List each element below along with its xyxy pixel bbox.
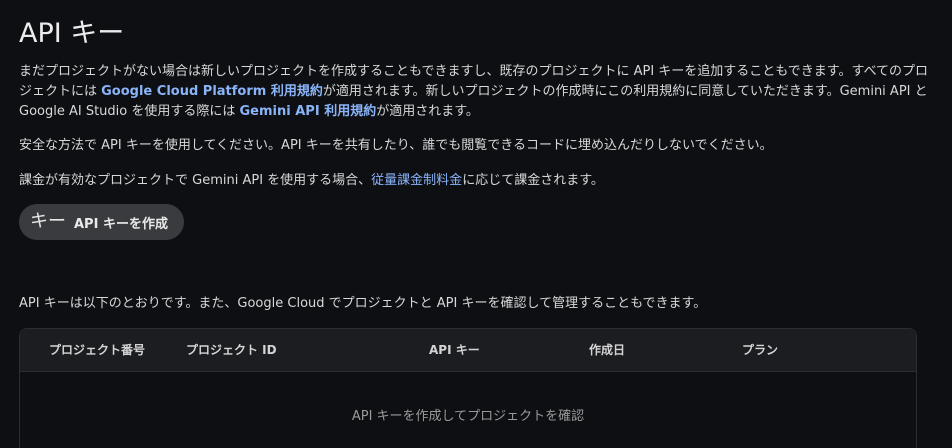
create-api-key-button[interactable]: キー API キーを作成 <box>19 204 184 240</box>
billing-note: 課金が有効なプロジェクトで Gemini API を使用する場合、従量課金制料金… <box>19 171 934 191</box>
table-header: プロジェクト番号 プロジェクト ID API キー 作成日 プラン <box>20 329 916 372</box>
column-header-project-number: プロジェクト番号 <box>49 343 146 357</box>
intro-text-3: が適用されます。 <box>376 104 479 119</box>
column-header-plan: プラン <box>742 343 779 357</box>
column-header-created: 作成日 <box>589 343 626 357</box>
table-empty-message: API キーを作成してプロジェクトを確認 <box>351 409 585 424</box>
intro-paragraph: まだプロジェクトがない場合は新しいプロジェクトを作成することもできますし、既存の… <box>19 62 934 122</box>
api-keys-page: API キー まだプロジェクトがない場合は新しいプロジェクトを作成することもでき… <box>0 0 952 448</box>
pay-as-you-go-link[interactable]: 従量課金制料金 <box>371 173 462 188</box>
column-header-project-id: プロジェクト ID <box>186 343 277 357</box>
page-title: API キー <box>19 18 125 49</box>
gcp-terms-link[interactable]: Google Cloud Platform 利用規約 <box>101 84 323 99</box>
security-note: 安全な方法で API キーを使用してください。API キーを共有したり、誰でも閲… <box>19 138 773 153</box>
key-icon: キー <box>30 211 66 232</box>
billing-text-1: 課金が有効なプロジェクトで Gemini API を使用する場合、 <box>19 173 372 188</box>
gemini-api-terms-link[interactable]: Gemini API 利用規約 <box>240 104 377 119</box>
api-keys-table: プロジェクト番号 プロジェクト ID API キー 作成日 プラン API キー… <box>19 328 917 448</box>
column-header-api-key: API キー <box>429 343 480 357</box>
create-api-key-label: API キーを作成 <box>74 216 168 232</box>
api-key-list-intro: API キーは以下のとおりです。また、Google Cloud でプロジェクトと… <box>19 296 707 311</box>
billing-text-2: に応じて課金されます。 <box>462 173 604 188</box>
